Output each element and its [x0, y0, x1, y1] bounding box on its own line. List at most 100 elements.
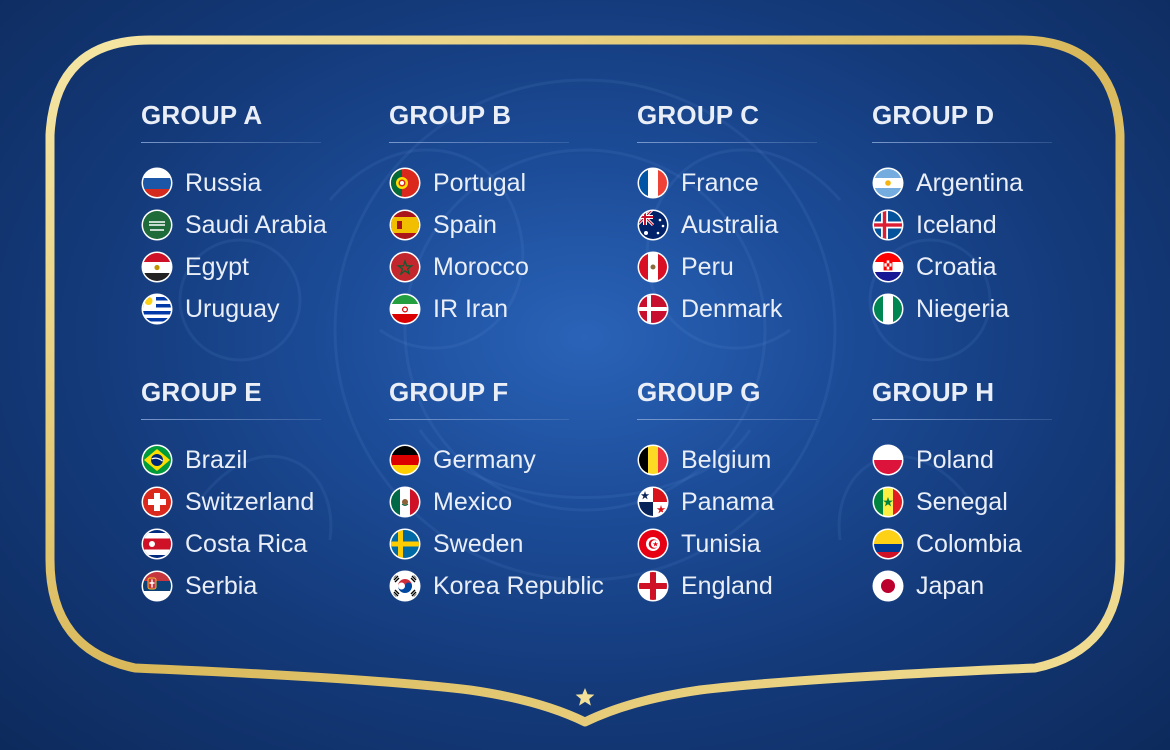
team-item: Morocco	[389, 251, 629, 285]
team-name: Colombia	[916, 530, 1022, 558]
team-item: Korea Republic	[389, 570, 629, 604]
team-name: Niegeria	[916, 295, 1010, 323]
group-title: GROUP F	[389, 377, 509, 407]
team-item: France	[637, 167, 877, 201]
sweden-flag-icon	[389, 528, 421, 560]
spain-flag-icon	[389, 209, 421, 241]
team-name: Brazil	[185, 446, 248, 474]
team-item: England	[637, 570, 877, 604]
iran-flag-icon	[389, 293, 421, 325]
costa-rica-flag-icon	[141, 528, 173, 560]
team-item: Denmark	[637, 293, 877, 327]
korea-republic-flag-icon	[389, 570, 421, 602]
colombia-flag-icon	[872, 528, 904, 560]
team-item: Costa Rica	[141, 528, 381, 562]
tunisia-flag-icon	[637, 528, 669, 560]
group-divider	[872, 419, 1052, 420]
portugal-flag-icon	[389, 167, 421, 199]
team-name: Portugal	[433, 169, 527, 197]
germany-flag-icon	[389, 444, 421, 476]
team-name: Croatia	[916, 253, 997, 281]
group-divider	[637, 142, 817, 143]
saudi-arabia-flag-icon	[141, 209, 173, 241]
team-item: Sweden	[389, 528, 629, 562]
team-item: Japan	[872, 570, 1112, 604]
team-name: Morocco	[433, 253, 529, 281]
team-item: Croatia	[872, 251, 1112, 285]
group-divider	[141, 419, 321, 420]
team-item: Russia	[141, 167, 381, 201]
team-name: Tunisia	[681, 530, 761, 558]
switzerland-flag-icon	[141, 486, 173, 518]
team-name: Poland	[916, 446, 994, 474]
team-name: IR Iran	[433, 295, 509, 323]
team-name: Uruguay	[185, 295, 280, 323]
croatia-flag-icon	[872, 251, 904, 283]
nigeria-flag-icon	[872, 293, 904, 325]
team-item: Argentina	[872, 167, 1112, 201]
team-item: Mexico	[389, 486, 629, 520]
team-item: Niegeria	[872, 293, 1112, 327]
panama-flag-icon	[637, 486, 669, 518]
group-divider	[389, 142, 569, 143]
team-item: Poland	[872, 444, 1112, 478]
russia-flag-icon	[141, 167, 173, 199]
team-name: Serbia	[185, 572, 258, 600]
group-title: GROUP E	[141, 377, 262, 407]
team-item: Australia	[637, 209, 877, 243]
team-name: Korea Republic	[433, 572, 604, 600]
morocco-flag-icon	[389, 251, 421, 283]
team-name: Denmark	[681, 295, 783, 323]
team-item: Iceland	[872, 209, 1112, 243]
team-name: Spain	[433, 211, 497, 239]
group-title: GROUP D	[872, 100, 995, 130]
france-flag-icon	[637, 167, 669, 199]
iceland-flag-icon	[872, 209, 904, 241]
group-divider	[872, 142, 1052, 143]
team-item: Uruguay	[141, 293, 381, 327]
team-item: Colombia	[872, 528, 1112, 562]
japan-flag-icon	[872, 570, 904, 602]
group-title: GROUP B	[389, 100, 512, 130]
team-item: Saudi Arabia	[141, 209, 381, 243]
team-name: Iceland	[916, 211, 997, 239]
australia-flag-icon	[637, 209, 669, 241]
egypt-flag-icon	[141, 251, 173, 283]
team-name: Egypt	[185, 253, 249, 281]
team-item: Peru	[637, 251, 877, 285]
argentina-flag-icon	[872, 167, 904, 199]
team-item: Germany	[389, 444, 629, 478]
serbia-flag-icon	[141, 570, 173, 602]
group-title: GROUP C	[637, 100, 760, 130]
mexico-flag-icon	[389, 486, 421, 518]
england-flag-icon	[637, 570, 669, 602]
team-item: Serbia	[141, 570, 381, 604]
team-name: Sweden	[433, 530, 524, 558]
group-title: GROUP A	[141, 100, 263, 130]
team-name: Mexico	[433, 488, 513, 516]
team-name: Russia	[185, 169, 262, 197]
team-item: IR Iran	[389, 293, 629, 327]
groups-grid: GROUP A Russia Saudi Arabia Egypt Uruguay GRO…	[0, 0, 1170, 750]
poland-flag-icon	[872, 444, 904, 476]
team-name: Panama	[681, 488, 775, 516]
group-title: GROUP G	[637, 377, 761, 407]
brazil-flag-icon	[141, 444, 173, 476]
team-name: France	[681, 169, 759, 197]
uruguay-flag-icon	[141, 293, 173, 325]
belgium-flag-icon	[637, 444, 669, 476]
team-name: Argentina	[916, 169, 1024, 197]
team-name: Australia	[681, 211, 779, 239]
team-item: Belgium	[637, 444, 877, 478]
team-item: Spain	[389, 209, 629, 243]
team-name: England	[681, 572, 773, 600]
team-name: Belgium	[681, 446, 772, 474]
team-item: Egypt	[141, 251, 381, 285]
team-name: Germany	[433, 446, 536, 474]
team-name: Saudi Arabia	[185, 211, 327, 239]
team-item: Panama	[637, 486, 877, 520]
senegal-flag-icon	[872, 486, 904, 518]
team-item: Switzerland	[141, 486, 381, 520]
group-divider	[141, 142, 321, 143]
denmark-flag-icon	[637, 293, 669, 325]
